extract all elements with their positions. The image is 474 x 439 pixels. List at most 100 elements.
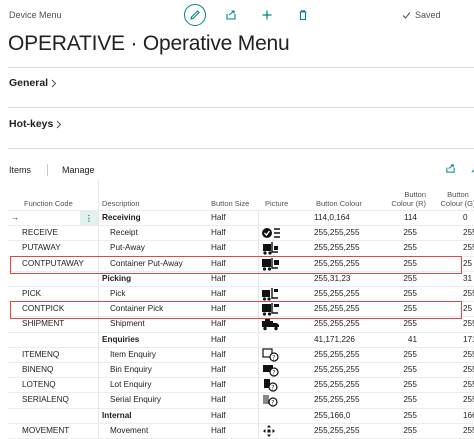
- section-hotkeys[interactable]: Hot-keys: [9, 118, 62, 130]
- cell-button-colour[interactable]: 255,255,255: [314, 289, 360, 298]
- edit-icon[interactable]: [184, 4, 206, 26]
- cell-button-colour[interactable]: 255,255,255: [314, 243, 360, 252]
- column-picture[interactable]: Picture: [265, 199, 288, 208]
- table-row[interactable]: LOTENQ Lot Enquiry Half? 255,255,255 255 255: [8, 377, 474, 392]
- cell-function-code[interactable]: LOTENQ: [22, 380, 56, 389]
- cell-function-code[interactable]: PICK: [22, 289, 41, 298]
- manage-button[interactable]: Manage: [62, 165, 95, 175]
- move-icon[interactable]: [261, 424, 281, 439]
- cell-button-size[interactable]: Half: [211, 365, 226, 374]
- cell-button-colour-g[interactable]: 255: [463, 228, 474, 237]
- cell-button-colour[interactable]: 255,255,255: [314, 319, 360, 328]
- cell-button-colour-g[interactable]: 171: [463, 335, 474, 344]
- cell-button-size[interactable]: Half: [211, 380, 226, 389]
- cell-function-code[interactable]: BINENQ: [22, 365, 53, 374]
- cell-button-size[interactable]: Half: [211, 213, 226, 222]
- cell-button-colour-r[interactable]: 114: [394, 213, 417, 222]
- cell-description[interactable]: Receipt: [110, 228, 138, 237]
- column-description[interactable]: Description: [102, 199, 140, 208]
- cell-button-colour[interactable]: 255,255,255: [314, 365, 360, 374]
- cell-button-size[interactable]: Half: [211, 411, 226, 420]
- cell-button-colour[interactable]: 255,31,23: [314, 274, 350, 283]
- cell-button-size[interactable]: Half: [211, 350, 226, 359]
- cell-button-colour-r[interactable]: 255: [394, 380, 417, 389]
- table-row[interactable]: → ⋮ Receiving Half 114,0,164 114 0: [8, 210, 474, 225]
- cell-button-colour-r[interactable]: 255: [394, 319, 417, 328]
- cell-description[interactable]: Put-Away: [110, 243, 145, 252]
- cell-button-colour-g[interactable]: 255: [463, 319, 474, 328]
- cell-button-colour[interactable]: 41,171,226: [314, 335, 355, 344]
- cell-description[interactable]: Enquiries: [102, 335, 139, 344]
- cell-description[interactable]: Item Enquiry: [110, 350, 156, 359]
- cell-button-colour-g[interactable]: 31: [463, 274, 472, 283]
- cell-button-colour[interactable]: 114,0,164: [314, 213, 350, 222]
- cell-description[interactable]: Lot Enquiry: [110, 380, 151, 389]
- table-row[interactable]: PUTAWAY Put-Away Half 255,255,255 255 255: [8, 240, 474, 255]
- cell-button-size[interactable]: Half: [211, 289, 226, 298]
- column-button-colour-r[interactable]: Button Colour (R): [386, 190, 426, 208]
- cell-description[interactable]: Internal: [102, 411, 132, 420]
- cell-button-colour-r[interactable]: 255: [394, 289, 417, 298]
- share-icon[interactable]: [445, 163, 456, 174]
- cell-function-code[interactable]: PUTAWAY: [22, 243, 61, 252]
- cell-button-colour-r[interactable]: 255: [394, 350, 417, 359]
- cell-button-colour-r[interactable]: 255: [394, 365, 417, 374]
- cell-button-colour-g[interactable]: 255: [463, 395, 474, 404]
- cell-description[interactable]: Receiving: [102, 213, 141, 222]
- cell-button-colour-g[interactable]: 0: [463, 213, 468, 222]
- cell-button-size[interactable]: Half: [211, 426, 226, 435]
- cell-button-colour-r[interactable]: 255: [394, 274, 417, 283]
- cell-button-size[interactable]: Half: [211, 274, 226, 283]
- cell-button-colour[interactable]: 255,255,255: [314, 380, 360, 389]
- cell-description[interactable]: Serial Enquiry: [110, 395, 161, 404]
- table-row[interactable]: Enquiries Half 41,171,226 41 171: [8, 331, 474, 347]
- add-icon[interactable]: [256, 4, 278, 26]
- cell-button-colour-g[interactable]: 255: [463, 365, 474, 374]
- cell-button-size[interactable]: Half: [211, 335, 226, 344]
- cell-button-colour[interactable]: 255,255,255: [314, 350, 360, 359]
- row-actions-button[interactable]: ⋮: [80, 211, 98, 225]
- cell-button-colour-r[interactable]: 255: [394, 228, 417, 237]
- cell-button-colour-g[interactable]: 255: [463, 289, 474, 298]
- cell-button-size[interactable]: Half: [211, 319, 226, 328]
- cell-button-colour-r[interactable]: 255: [394, 243, 417, 252]
- cell-button-colour-r[interactable]: 41: [394, 335, 417, 344]
- cell-button-colour[interactable]: 255,255,255: [314, 426, 360, 435]
- cell-function-code[interactable]: RECEIVE: [22, 228, 58, 237]
- cell-button-colour-g[interactable]: 166: [463, 411, 474, 420]
- column-button-size[interactable]: Button Size: [211, 199, 249, 208]
- cell-description[interactable]: Picking: [102, 274, 131, 283]
- expand-icon[interactable]: [470, 163, 474, 174]
- share-icon[interactable]: [220, 4, 242, 26]
- table-row[interactable]: Internal Half 255,166,0 255 166: [8, 407, 474, 423]
- cell-button-colour[interactable]: 255,166,0: [314, 411, 350, 420]
- table-row[interactable]: SERIALENQ Serial Enquiry Half? 255,255,255 2…: [8, 392, 474, 407]
- cell-button-colour-g[interactable]: 25: [463, 304, 472, 313]
- cell-button-size[interactable]: Half: [211, 243, 226, 252]
- cell-button-colour[interactable]: 255,255,255: [314, 228, 360, 237]
- breadcrumb[interactable]: Device Menu: [9, 10, 62, 20]
- cell-button-colour-r[interactable]: 255: [394, 426, 417, 435]
- delete-icon[interactable]: [292, 4, 314, 26]
- table-row[interactable]: MOVEMENT Movement Half 255,255,255 255 255: [8, 422, 474, 439]
- cell-button-size[interactable]: Half: [211, 395, 226, 404]
- table-row[interactable]: ITEMENQ Item Enquiry Half? 255,255,255 255 25…: [8, 346, 474, 362]
- cell-function-code[interactable]: MOVEMENT: [22, 426, 69, 435]
- column-button-colour[interactable]: Button Colour: [316, 199, 362, 208]
- cell-button-colour-r[interactable]: 255: [394, 411, 417, 420]
- cell-button-colour-g[interactable]: 255: [463, 426, 474, 435]
- cell-description[interactable]: Bin Enquiry: [110, 365, 152, 374]
- cell-button-colour-g[interactable]: 255: [463, 243, 474, 252]
- column-function-code[interactable]: Function Code: [24, 199, 73, 208]
- table-row[interactable]: PICK Pick Half 255,255,255 255 255: [8, 286, 474, 301]
- cell-description[interactable]: Shipment: [110, 319, 145, 328]
- cell-button-colour-g[interactable]: 255: [463, 350, 474, 359]
- cell-button-colour-g[interactable]: 255: [463, 380, 474, 389]
- cell-button-colour-g[interactable]: 25: [463, 259, 472, 268]
- table-row[interactable]: RECEIVE Receipt Half 255,255,255 255 255: [8, 225, 474, 240]
- cell-description[interactable]: Pick: [110, 289, 125, 298]
- column-button-colour-g[interactable]: Button Colour (G): [438, 190, 474, 208]
- cell-button-colour-r[interactable]: 255: [394, 395, 417, 404]
- cell-button-size[interactable]: Half: [211, 228, 226, 237]
- cell-function-code[interactable]: ITEMENQ: [22, 350, 59, 359]
